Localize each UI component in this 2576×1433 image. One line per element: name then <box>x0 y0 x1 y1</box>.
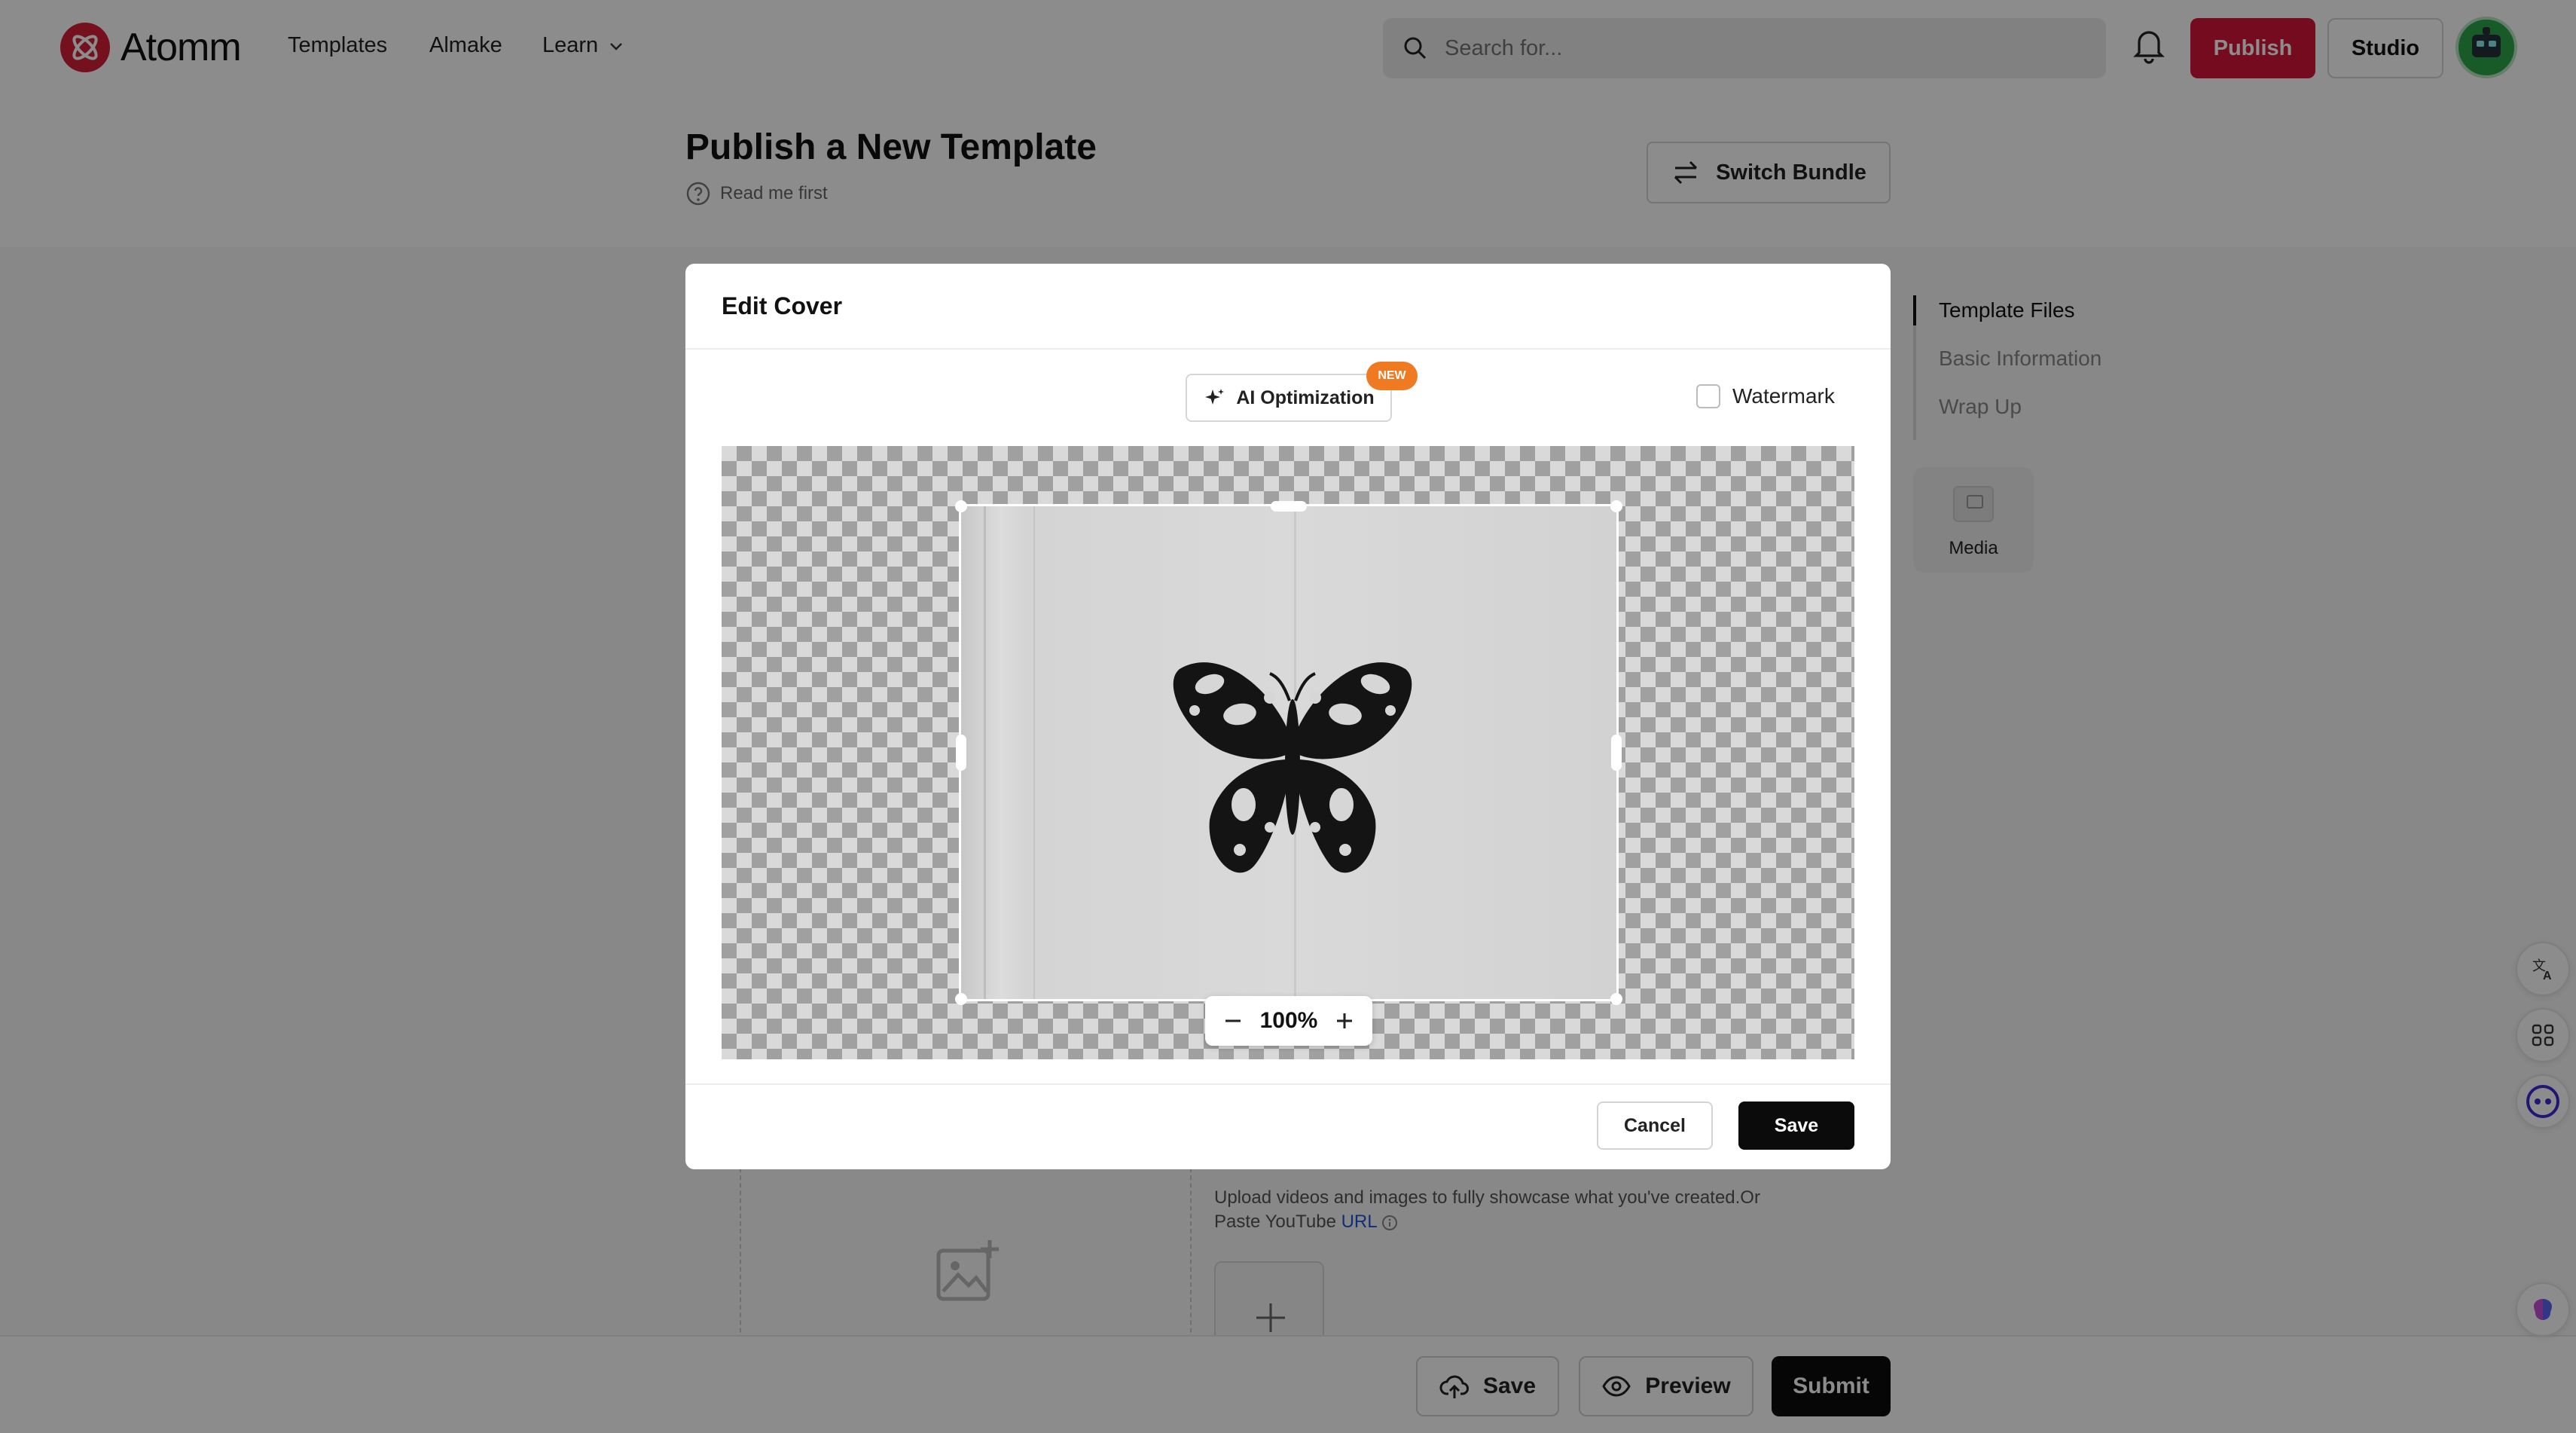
crop-edge-handle-left[interactable] <box>956 735 966 771</box>
watermark-toggle[interactable]: Watermark <box>1696 384 1835 408</box>
zoom-level: 100% <box>1259 1008 1318 1033</box>
ai-optimization-label: AI Optimization <box>1236 387 1375 408</box>
crop-corner-handle[interactable] <box>1610 500 1622 512</box>
crop-corner-handle[interactable] <box>1610 993 1622 1005</box>
minus-icon <box>1225 1019 1241 1022</box>
cover-image[interactable] <box>959 504 1619 1001</box>
modal-title: Edit Cover <box>722 292 843 319</box>
crop-edge-handle-top[interactable] <box>1271 501 1307 512</box>
edit-cover-modal: Edit Cover AI Optimization NEW Watermark <box>685 264 1891 1169</box>
plus-icon <box>1336 1013 1352 1028</box>
zoom-control: 100% <box>1205 996 1372 1046</box>
save-button[interactable]: Save <box>1738 1101 1854 1150</box>
modal-header: Edit Cover <box>685 264 1891 350</box>
cancel-button[interactable]: Cancel <box>1597 1101 1713 1150</box>
crop-corner-handle[interactable] <box>955 500 967 512</box>
watermark-checkbox[interactable] <box>1696 384 1720 408</box>
ai-optimization-button[interactable]: AI Optimization <box>1186 374 1392 422</box>
butterfly-image <box>1173 662 1412 873</box>
zoom-in-button[interactable] <box>1333 1010 1356 1032</box>
new-badge: NEW <box>1366 362 1418 390</box>
zoom-out-button[interactable] <box>1222 1010 1244 1032</box>
watermark-label: Watermark <box>1732 384 1835 408</box>
crop-edge-handle-right[interactable] <box>1611 735 1622 771</box>
crop-canvas[interactable]: 100% <box>722 446 1854 1059</box>
crop-corner-handle[interactable] <box>955 993 967 1005</box>
modal-footer: Cancel Save <box>685 1083 1891 1169</box>
photo-edge-line <box>984 506 986 999</box>
photo-edge-line <box>1033 506 1035 999</box>
sparkle-icon <box>1205 389 1225 405</box>
